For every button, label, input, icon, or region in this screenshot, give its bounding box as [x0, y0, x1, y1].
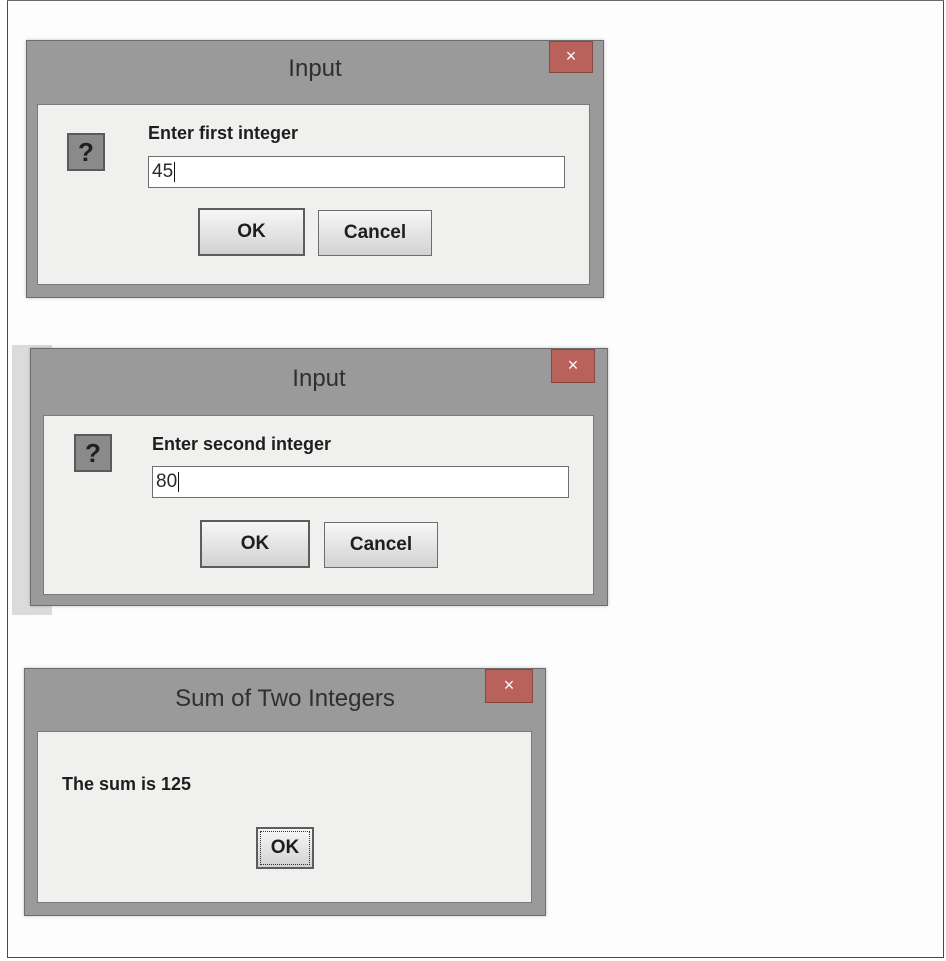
prompt-label: Enter first integer: [148, 123, 299, 143]
question-icon: ?: [67, 133, 105, 171]
input-dialog-second: Input × ? Enter second integer 80 OK Can…: [30, 348, 608, 606]
sum-message: The sum is 125: [62, 774, 192, 794]
input-dialog-first: Input × ? Enter first integer 45 OK Canc…: [26, 40, 604, 298]
ok-button[interactable]: OK: [256, 827, 314, 869]
prompt-label: Enter second integer: [152, 434, 332, 454]
integer-input-field[interactable]: 45: [148, 156, 565, 188]
close-button[interactable]: ×: [551, 349, 595, 383]
text-caret: [178, 471, 180, 492]
input-value: 80: [156, 471, 178, 492]
text-caret: [174, 161, 176, 182]
ok-button[interactable]: OK: [200, 520, 310, 568]
integer-input-field[interactable]: 80: [152, 466, 569, 498]
dialog-title: Input: [288, 55, 342, 82]
dialog-client-area: ? Enter first integer 45 OK Cancel: [37, 104, 590, 285]
message-dialog-sum: Sum of Two Integers × The sum is 125 OK: [24, 668, 546, 916]
dialog-title: Input: [292, 365, 346, 392]
figure-frame-top: [7, 0, 944, 1]
dialog-title: Sum of Two Integers: [175, 685, 395, 712]
cancel-button[interactable]: Cancel: [318, 210, 432, 256]
close-icon: ×: [503, 675, 515, 695]
dialog-client-area: ? Enter second integer 80 OK Cancel: [43, 415, 594, 595]
input-value: 45: [152, 161, 174, 182]
close-icon: ×: [565, 46, 577, 66]
close-icon: ×: [567, 355, 579, 375]
close-button[interactable]: ×: [485, 669, 533, 703]
ok-button[interactable]: OK: [198, 208, 305, 256]
close-button[interactable]: ×: [549, 41, 593, 73]
question-icon: ?: [74, 434, 112, 472]
dialog-client-area: The sum is 125 OK: [37, 731, 532, 903]
cancel-button[interactable]: Cancel: [324, 522, 438, 568]
